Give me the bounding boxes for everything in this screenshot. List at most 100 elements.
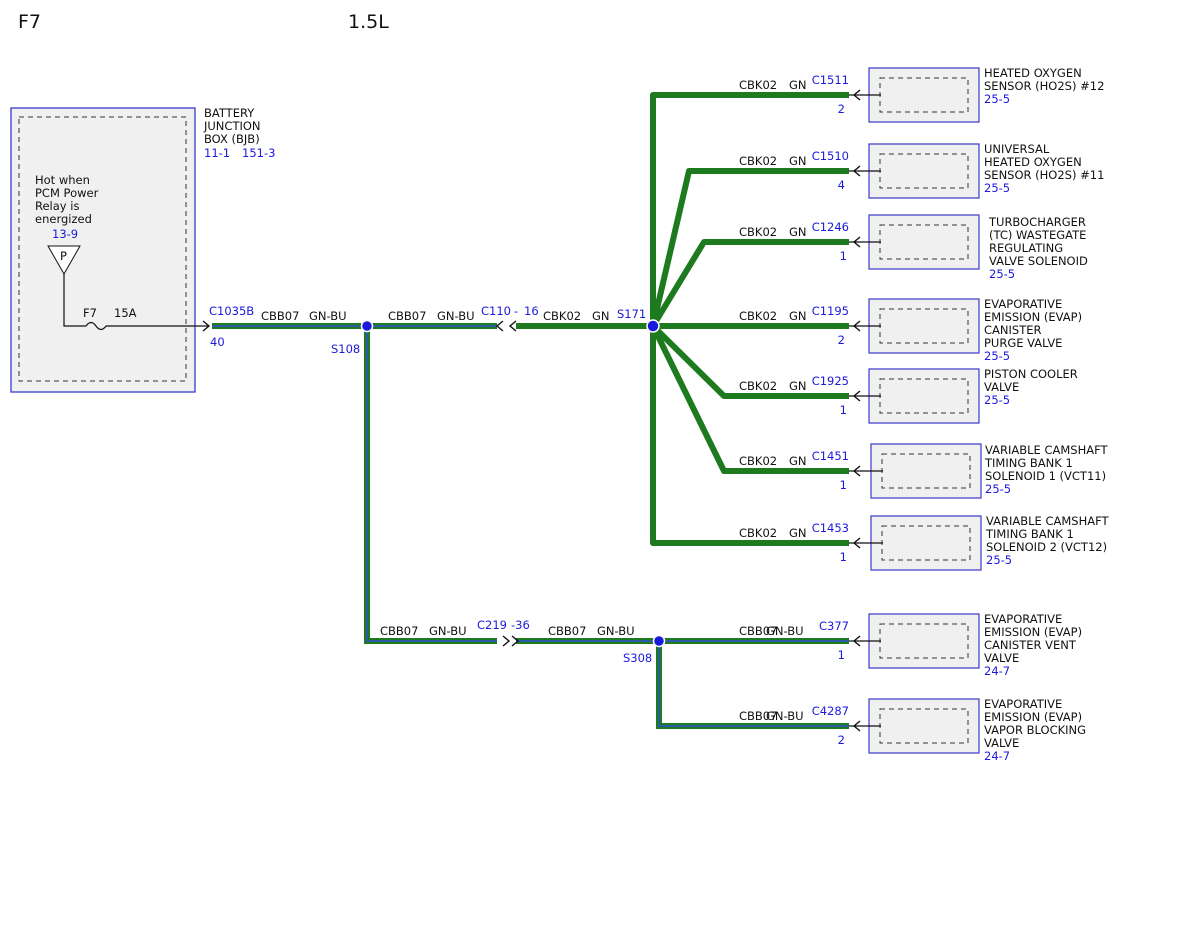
load-name-c1246-line-1: TURBOCHARGER <box>988 215 1086 229</box>
load-name-c1453-line-3: SOLENOID 2 (VCT12) <box>986 540 1107 554</box>
load-name-c1510-line-3: SENSOR (HO2S) #11 <box>984 168 1104 182</box>
load-pin-c1510: 4 <box>838 178 845 192</box>
load-name-c1195-line-1: EVAPORATIVE <box>984 297 1062 311</box>
load-ref-c1925: 25-5 <box>984 393 1010 407</box>
load-name-c4287-line-4: VALVE <box>984 736 1019 750</box>
load-name-c1195-line-3: CANISTER <box>984 323 1041 337</box>
c219-label: C219 <box>477 618 507 632</box>
load-name-c377-line-4: VALVE <box>984 651 1019 665</box>
c110-dash: - <box>514 304 518 318</box>
seg3-circuit: CBK02 <box>543 309 581 323</box>
load-pin-c1195: 2 <box>838 333 845 347</box>
load-name-c1246-line-3: REGULATING <box>989 241 1063 255</box>
bjb-note-line-2: PCM Power <box>35 186 99 200</box>
wire-s171-to-c1510 <box>650 168 849 327</box>
load-box-c4287 <box>868 698 980 754</box>
splice-s108-dot <box>360 319 374 333</box>
c219-left-arrow-icon <box>502 635 511 647</box>
seg4-circuit: CBB07 <box>380 624 418 638</box>
load-name-c1510-line-2: HEATED OXYGEN <box>984 155 1082 169</box>
seg2-circuit: CBB07 <box>388 309 426 323</box>
load-box-c1925 <box>868 368 980 424</box>
splice-s171-dot <box>646 319 660 333</box>
load-name-c4287-line-2: EMISSION (EVAP) <box>984 710 1082 724</box>
load-wire-color-c1246: GN <box>789 225 807 239</box>
load-box-c1453 <box>870 515 982 571</box>
load-name-c1451-line-2: TIMING BANK 1 <box>984 456 1073 470</box>
load-box-c377 <box>868 613 980 669</box>
load-box-c1510 <box>868 143 980 199</box>
load-pin-c377: 1 <box>838 648 845 662</box>
load-ref-c1453: 25-5 <box>986 553 1012 567</box>
engine-heading: 1.5L <box>348 11 389 33</box>
load-circuit-c1246: CBK02 <box>739 225 777 239</box>
load-ref-c377: 24-7 <box>984 664 1010 678</box>
splice-s108-label: S108 <box>331 342 360 356</box>
load-wire-color-c4287: GN-BU <box>766 709 804 723</box>
load-connector-c1451: C1451 <box>812 449 849 463</box>
load-ref-c1246: 25-5 <box>989 267 1015 281</box>
bjb-note-line-1: Hot when <box>35 173 90 187</box>
load-c377: CBB07GN-BU C3771EVAPORATIVEEMISSION (EVAP… <box>739 612 1082 678</box>
load-wire-color-c1925: GN <box>789 379 807 393</box>
load-wire-color-c1195: GN <box>789 309 807 323</box>
wiring-diagram: F7 1.5L BATTERY JUNCTION BOX (BJB) 11-1 … <box>10 11 1110 763</box>
load-pin-c1925: 1 <box>840 403 847 417</box>
fuse-heading: F7 <box>18 11 41 33</box>
load-box-c1246 <box>868 214 980 270</box>
load-c1195: CBK02 GN C1195 2 EVAPORATIVEEMISSION (EVAP)C… <box>739 297 1082 363</box>
power-symbol-label: P <box>60 249 67 263</box>
load-circuit-c1925: CBK02 <box>739 379 777 393</box>
load-name-c1195-line-4: PURGE VALVE <box>984 336 1062 350</box>
load-name-c1453-line-2: TIMING BANK 1 <box>985 527 1074 541</box>
load-pin-c4287: 2 <box>838 733 845 747</box>
bjb-note-line-3: Relay is <box>35 199 79 213</box>
load-name-c4287-line-1: EVAPORATIVE <box>984 697 1062 711</box>
c110-pin: 16 <box>524 304 539 318</box>
load-circuit-c1451: CBK02 <box>739 454 777 468</box>
load-name-c1195-line-2: EMISSION (EVAP) <box>984 310 1082 324</box>
bjb-note-ref: 13-9 <box>52 227 78 241</box>
battery-junction-box: BATTERY JUNCTION BOX (BJB) 11-1 151-3 Ho… <box>10 106 275 393</box>
c219-pin: -36 <box>511 618 530 632</box>
load-pin-c1511: 2 <box>838 102 845 116</box>
load-name-c1451-line-1: VARIABLE CAMSHAFT <box>985 443 1109 457</box>
load-name-c1246-line-4: VALVE SOLENOID <box>989 254 1088 268</box>
seg5-circuit: CBB07 <box>548 624 586 638</box>
load-wire-color-c1453: GN <box>789 526 807 540</box>
load-ref-c1451: 25-5 <box>985 482 1011 496</box>
load-name-c1511-line-2: SENSOR (HO2S) #12 <box>984 79 1104 93</box>
load-circuit-c1453: CBK02 <box>739 526 777 540</box>
load-name-c1511-line-1: HEATED OXYGEN <box>984 66 1082 80</box>
seg3-color: GN <box>592 309 610 323</box>
load-ref-c1510: 25-5 <box>984 181 1010 195</box>
c1035b-label: C1035B <box>209 304 254 318</box>
bjb-ref-2: 151-3 <box>242 146 275 160</box>
load-wire-color-c1451: GN <box>789 454 807 468</box>
fuse-label: F7 <box>83 306 97 320</box>
load-connector-c1246: C1246 <box>812 220 849 234</box>
bjb-name-line-1: BATTERY <box>204 106 255 120</box>
bjb-note-line-4: energized <box>35 212 92 226</box>
load-name-c4287-line-3: VAPOR BLOCKING <box>984 723 1086 737</box>
load-connector-c1925: C1925 <box>812 374 849 388</box>
load-name-c377-line-3: CANISTER VENT <box>984 638 1077 652</box>
load-connector-c1510: C1510 <box>812 149 849 163</box>
load-name-c1453-line-1: VARIABLE CAMSHAFT <box>986 514 1110 528</box>
c110-right-arrow-icon <box>508 320 517 332</box>
bjb-name-line-2: JUNCTION <box>203 119 261 133</box>
seg1-color: GN-BU <box>309 309 347 323</box>
load-name-c1925-line-1: PISTON COOLER <box>984 367 1078 381</box>
splice-s308-label: S308 <box>623 651 652 665</box>
load-circuit-c1511: CBK02 <box>739 78 777 92</box>
load-name-c377-line-1: EVAPORATIVE <box>984 612 1062 626</box>
wire-s108-to-c219 <box>364 326 497 644</box>
splice-s308-dot <box>652 634 666 648</box>
load-pin-c1453: 1 <box>840 550 847 564</box>
load-box-c1451 <box>870 443 982 499</box>
c219-right-arrow-icon <box>511 635 520 647</box>
load-wire-color-c1511: GN <box>789 78 807 92</box>
bjb-outer-box <box>10 107 196 393</box>
load-name-c1925-line-2: VALVE <box>984 380 1019 394</box>
load-name-c1510-line-1: UNIVERSAL <box>984 142 1050 156</box>
